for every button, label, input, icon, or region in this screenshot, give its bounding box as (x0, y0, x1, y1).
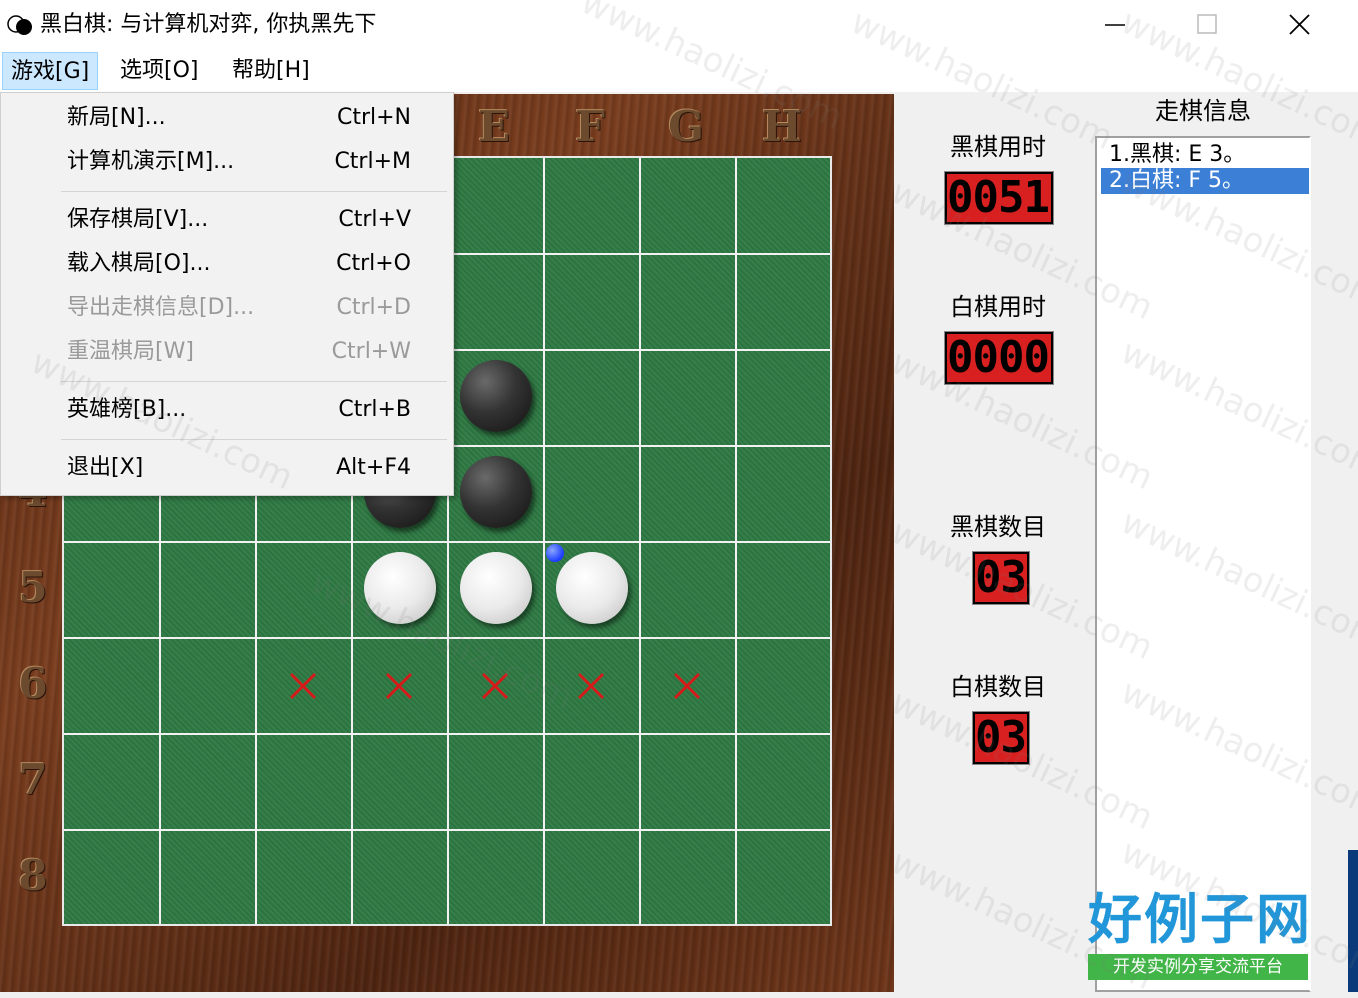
valid-move-marker[interactable] (576, 671, 606, 701)
white-piece (460, 552, 532, 624)
menu-item-save-game[interactable]: 保存棋局[V]... (67, 205, 208, 235)
menu-item-computer-demo[interactable]: 计算机演示[M]... (67, 147, 234, 177)
minimize-button[interactable] (1075, 0, 1167, 50)
valid-move-marker[interactable] (672, 671, 702, 701)
window-edge (1348, 850, 1358, 992)
menu-item-export-moves: 导出走棋信息[D]... (67, 295, 255, 320)
white-piece (556, 552, 628, 624)
menu-item-load-game[interactable]: 载入棋局[O]... (67, 249, 210, 279)
black-count-display: 03 (972, 551, 1030, 605)
shortcut-hall-of-fame: Ctrl+B (338, 397, 411, 422)
menu-separator (61, 439, 447, 440)
shortcut-computer-demo: Ctrl+M (334, 149, 411, 174)
menu-game[interactable]: 游戏[G] (2, 52, 99, 90)
move-info-label: 走棋信息 (1155, 97, 1251, 125)
logo-title: 好例子网 (1088, 888, 1312, 951)
column-label: G (668, 102, 704, 151)
maximize-button[interactable] (1167, 0, 1259, 50)
white-piece (364, 552, 436, 624)
last-move-marker (546, 544, 564, 562)
title-bar: 黑白棋: 与计算机对弈, 你执黑先下 (0, 0, 1358, 50)
logo-subtitle: 开发实例分享交流平台 (1088, 954, 1308, 980)
shortcut-exit: Alt+F4 (336, 455, 411, 480)
grid-line (64, 733, 830, 735)
black-time-display: 0051 (944, 171, 1054, 225)
shortcut-save-game: Ctrl+V (338, 207, 411, 232)
valid-move-marker[interactable] (288, 671, 318, 701)
column-label: F (575, 102, 605, 151)
menu-item-new-game[interactable]: 新局[N]... (67, 103, 166, 133)
menu-item-exit[interactable]: 退出[X] (67, 453, 143, 483)
black-piece (460, 456, 532, 528)
menu-help[interactable]: 帮助[H] (224, 52, 318, 90)
maximize-icon (1197, 14, 1217, 34)
column-label: H (762, 102, 802, 151)
grid-line (639, 158, 641, 924)
game-menu-dropdown: 新局[N]... Ctrl+N 计算机演示[M]... Ctrl+M 保存棋局[… (0, 92, 454, 496)
move-list-item[interactable]: 1.黑棋: E 3。 (1101, 142, 1309, 168)
white-count-label: 白棋数目 (950, 673, 1046, 701)
close-icon (1289, 14, 1310, 35)
shortcut-load-game: Ctrl+O (336, 251, 411, 276)
site-logo: 好例子网 开发实例分享交流平台 (1086, 888, 1312, 984)
move-list-item-selected[interactable]: 2.白棋: F 5。 (1101, 168, 1309, 194)
grid-line (64, 829, 830, 831)
row-label: 8 (18, 851, 48, 900)
shortcut-export-moves: Ctrl+D (336, 295, 411, 320)
grid-line (543, 158, 545, 924)
black-count-label: 黑棋数目 (950, 513, 1046, 541)
menu-options[interactable]: 选项[O] (112, 52, 206, 90)
move-list[interactable]: 1.黑棋: E 3。 2.白棋: F 5。 (1095, 136, 1311, 992)
shortcut-replay-game: Ctrl+W (331, 339, 411, 364)
column-label: E (477, 102, 510, 151)
minimize-icon (1105, 24, 1125, 26)
shortcut-new-game: Ctrl+N (336, 105, 411, 130)
menu-item-replay-game: 重温棋局[W] (67, 339, 194, 364)
reversi-app-icon (7, 15, 32, 35)
valid-move-marker[interactable] (384, 671, 414, 701)
grid-line (64, 637, 830, 639)
white-time-label: 白棋用时 (950, 293, 1046, 321)
window-title: 黑白棋: 与计算机对弈, 你执黑先下 (40, 12, 377, 37)
grid-line (735, 158, 737, 924)
menu-item-hall-of-fame[interactable]: 英雄榜[B]... (67, 395, 186, 425)
menu-separator (61, 381, 447, 382)
row-label: 7 (18, 755, 48, 804)
row-label: 6 (18, 659, 48, 708)
white-time-display: 0000 (944, 331, 1054, 385)
menu-separator (61, 191, 447, 192)
close-button[interactable] (1259, 0, 1351, 50)
grid-line (64, 541, 830, 543)
row-label: 5 (18, 563, 48, 612)
valid-move-marker[interactable] (480, 671, 510, 701)
black-piece (460, 360, 532, 432)
black-time-label: 黑棋用时 (950, 133, 1046, 161)
white-count-display: 03 (972, 711, 1030, 765)
